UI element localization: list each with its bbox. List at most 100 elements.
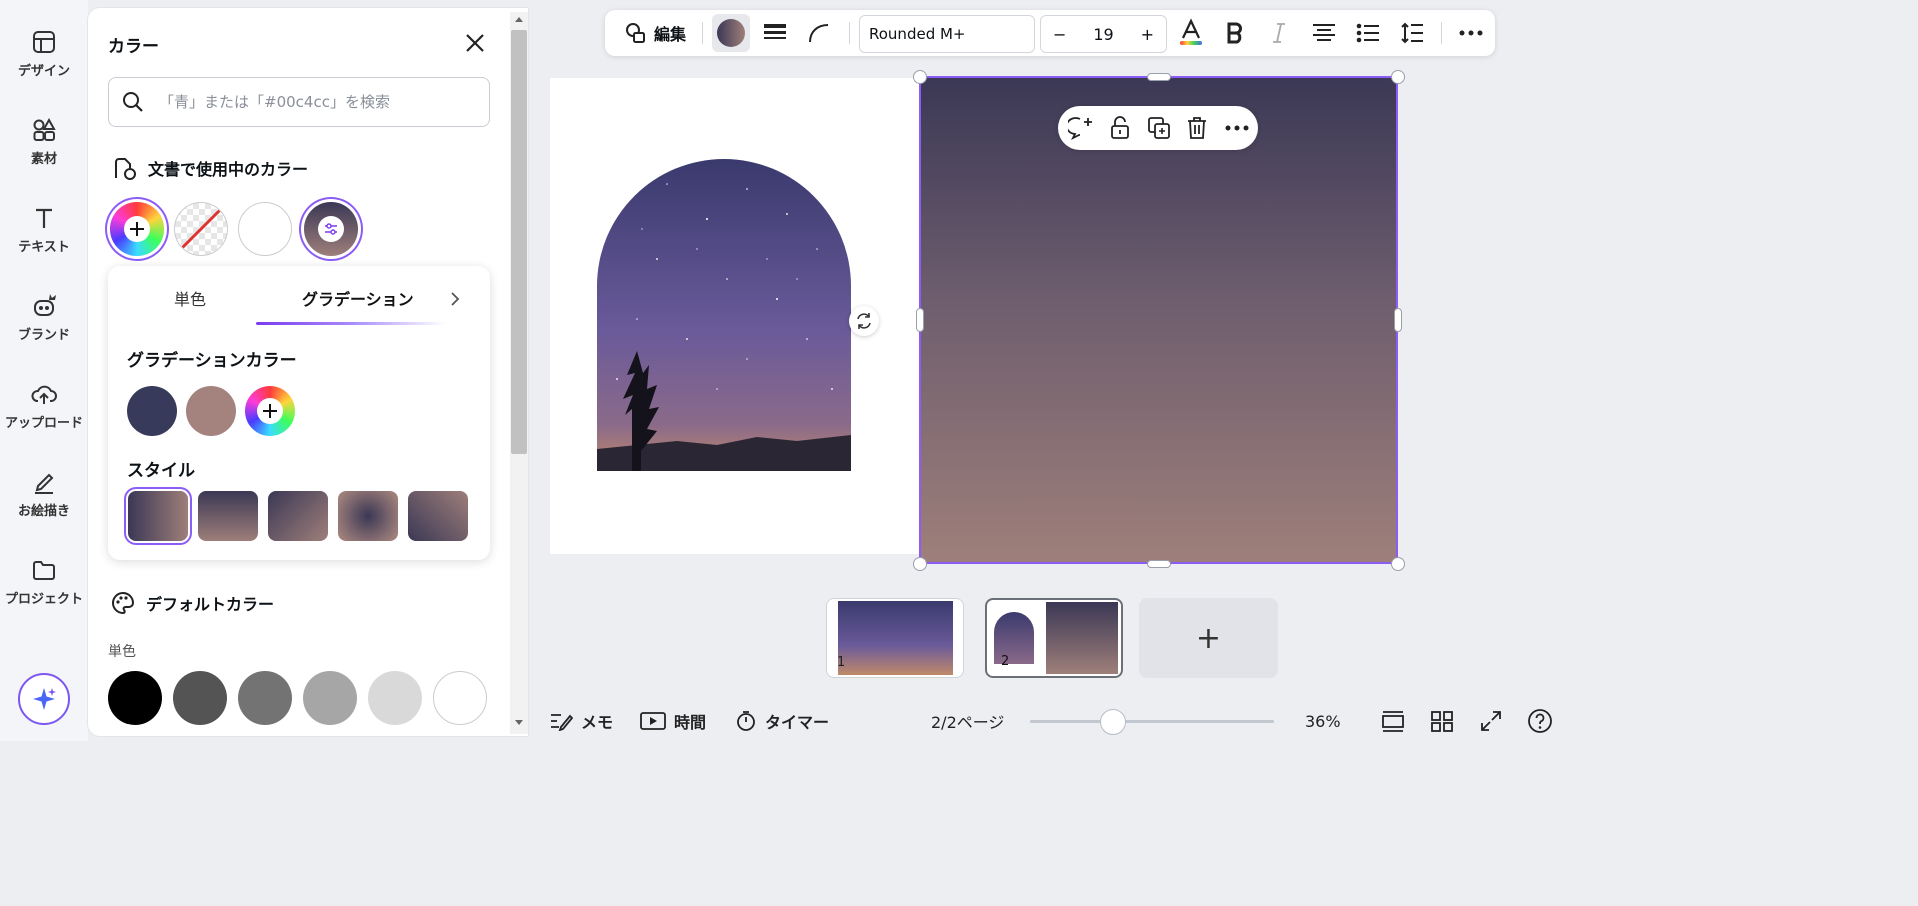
duplicate-icon[interactable] <box>1146 115 1172 141</box>
sparkle-icon <box>33 688 56 710</box>
resize-handle-edge[interactable] <box>916 308 924 332</box>
time-button[interactable]: 時間 <box>640 708 706 734</box>
rail-item-design[interactable]: デザイン <box>0 10 88 90</box>
scroll-down-icon[interactable] <box>513 718 525 728</box>
gradient-color-1[interactable] <box>127 386 177 436</box>
magic-button[interactable] <box>18 673 70 725</box>
zoom-slider-thumb[interactable] <box>1100 709 1126 735</box>
gradient-editor: 単色 グラデーション グラデーションカラー スタイル <box>108 266 490 560</box>
tab-gradient[interactable]: グラデーション <box>302 286 414 310</box>
rail-item-brand[interactable]: ブランド <box>0 274 88 354</box>
rail-label: アップロード <box>4 416 83 431</box>
resize-handle-corner[interactable] <box>1391 557 1405 571</box>
spacing-button[interactable] <box>1396 10 1428 56</box>
zoom-slider[interactable] <box>1030 720 1274 723</box>
thumbnail-preview <box>838 601 953 675</box>
default-color-swatch[interactable] <box>238 671 292 725</box>
resize-handle-edge[interactable] <box>1147 73 1171 81</box>
default-color-swatch[interactable] <box>173 671 227 725</box>
rotate-button[interactable] <box>849 306 879 336</box>
add-comment-icon[interactable] <box>1068 115 1094 141</box>
starry-sky-image <box>597 159 851 471</box>
style-radial[interactable] <box>338 491 398 541</box>
panel-scroll-thumb[interactable] <box>511 30 527 454</box>
add-gradient-color[interactable] <box>245 386 295 436</box>
resize-handle-edge[interactable] <box>1394 308 1402 332</box>
palette-icon <box>112 591 135 615</box>
font-size-value[interactable]: 19 <box>1093 25 1113 44</box>
font-size-increase[interactable]: + <box>1141 25 1154 44</box>
gradient-color-2[interactable] <box>186 386 236 436</box>
rail-item-projects[interactable]: プロジェクト <box>0 538 88 618</box>
more-options-button[interactable] <box>1455 10 1487 56</box>
default-color-swatch[interactable] <box>433 671 487 725</box>
chevron-right-icon[interactable] <box>448 291 462 307</box>
style-linear-diagonal[interactable] <box>268 491 328 541</box>
add-color-swatch[interactable] <box>110 202 164 256</box>
fill-color-button[interactable] <box>711 10 751 56</box>
transparent-swatch[interactable] <box>174 202 228 256</box>
font-size-stepper: − 19 + <box>1040 15 1167 53</box>
palette-doc-icon <box>115 158 136 180</box>
rail-label: プロジェクト <box>4 592 83 607</box>
text-color-button[interactable] <box>1175 10 1207 56</box>
font-selector[interactable]: Rounded M+ <box>859 15 1035 53</box>
rail-item-draw[interactable]: お絵描き <box>0 450 88 530</box>
rail-label: デザイン <box>17 64 70 79</box>
color-panel: カラー 文書で使用中のカラー 単色 グラデーション グラデーションカラー <box>88 8 528 736</box>
more-icon[interactable] <box>1225 124 1249 132</box>
rail-item-elements[interactable]: 素材 <box>0 98 88 178</box>
night-sky-photo[interactable] <box>597 159 851 471</box>
toolbar-divider <box>1441 22 1442 44</box>
gradient-colors-heading: グラデーションカラー <box>127 351 297 371</box>
default-color-swatch[interactable] <box>303 671 357 725</box>
timer-icon <box>737 711 755 731</box>
notes-button[interactable]: メモ <box>549 708 613 734</box>
tab-solid[interactable]: 単色 <box>174 286 206 310</box>
page-indicator[interactable]: 2/2ページ <box>931 708 1004 734</box>
line-spacing-icon <box>1401 22 1423 44</box>
align-button[interactable] <box>1308 10 1340 56</box>
trash-icon[interactable] <box>1185 115 1209 141</box>
resize-handle-edge[interactable] <box>1147 560 1171 568</box>
page-number: 2 <box>1001 654 1010 669</box>
resize-handle-corner[interactable] <box>1391 70 1405 84</box>
white-swatch[interactable] <box>238 202 292 256</box>
border-style-button[interactable] <box>759 10 791 56</box>
page-view-icon[interactable] <box>1381 710 1405 732</box>
list-button[interactable] <box>1352 10 1384 56</box>
search-input[interactable] <box>157 92 457 112</box>
zoom-level[interactable]: 36% <box>1305 708 1341 734</box>
font-size-decrease[interactable]: − <box>1053 25 1066 44</box>
help-icon[interactable] <box>1527 708 1553 734</box>
edit-button[interactable]: 編集 <box>615 10 695 56</box>
default-color-swatch[interactable] <box>368 671 422 725</box>
plus-icon <box>257 398 283 424</box>
rail-label: 素材 <box>30 152 57 167</box>
color-search[interactable] <box>108 77 490 127</box>
gradient-swatch[interactable] <box>304 202 358 256</box>
unlock-icon[interactable] <box>1108 115 1132 141</box>
close-icon[interactable] <box>462 30 488 56</box>
top-toolbar: 編集 Rounded M+ − 19 + <box>605 10 1495 56</box>
bold-button[interactable] <box>1219 10 1251 56</box>
page-thumbnail-1[interactable]: 1 <box>826 598 964 678</box>
resize-handle-corner[interactable] <box>913 557 927 571</box>
style-linear-horizontal[interactable] <box>128 491 188 541</box>
fullscreen-icon[interactable] <box>1480 710 1502 732</box>
resize-handle-corner[interactable] <box>913 70 927 84</box>
default-color-swatch[interactable] <box>108 671 162 725</box>
style-linear-diagonal-alt[interactable] <box>408 491 468 541</box>
scroll-up-icon[interactable] <box>513 14 525 24</box>
style-heading: スタイル <box>127 461 195 481</box>
style-linear-vertical[interactable] <box>198 491 258 541</box>
grid-view-icon[interactable] <box>1430 710 1454 732</box>
timer-button[interactable]: タイマー <box>735 708 829 734</box>
corner-rounding-button[interactable] <box>803 10 835 56</box>
draw-icon <box>35 473 54 494</box>
italic-button[interactable] <box>1263 10 1295 56</box>
rail-item-text[interactable]: テキスト <box>0 186 88 266</box>
page-thumbnail-2[interactable]: 2 <box>985 598 1123 678</box>
rail-item-upload[interactable]: アップロード <box>0 362 88 442</box>
add-page-button[interactable]: + <box>1139 598 1278 678</box>
